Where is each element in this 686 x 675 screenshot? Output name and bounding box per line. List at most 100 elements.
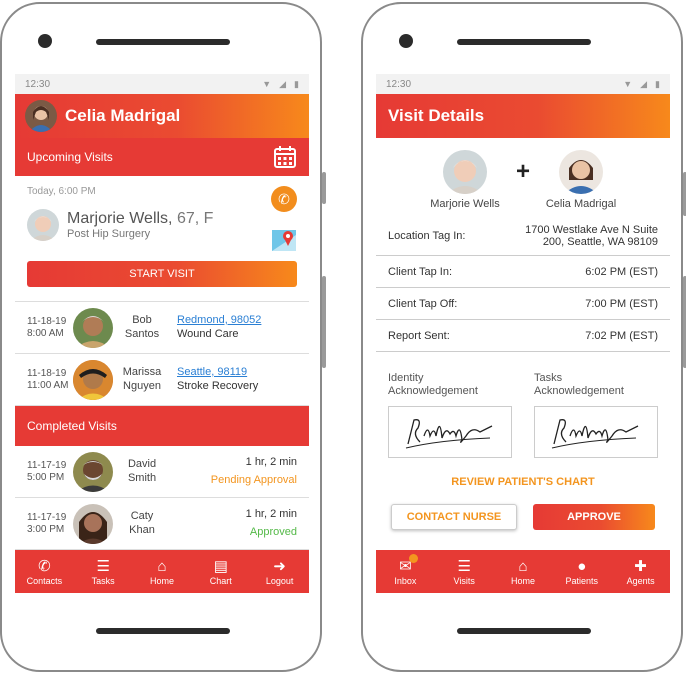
detail-label: Client Tap Off:: [388, 297, 458, 310]
calendar-icon[interactable]: [273, 145, 297, 169]
upcoming-visits-bar: Upcoming Visits: [15, 138, 309, 176]
patient-avatar: [73, 307, 113, 348]
upcoming-visit-row[interactable]: 11-18-19 8:00 AM Bob Santos Redmond, 98052…: [15, 302, 309, 354]
nav-label: Tasks: [91, 575, 115, 586]
visit-date: 11-18-19: [27, 315, 67, 327]
nav-tasks[interactable]: ☰ Tasks: [75, 558, 131, 586]
speaker-grille: [457, 39, 591, 45]
visit-time: 5:00 PM: [27, 471, 65, 483]
nav-label: Agents: [626, 575, 655, 586]
app-header: Visit Details: [376, 94, 670, 138]
patient-first-name: David: [127, 458, 157, 471]
nurse-avatar: [559, 150, 603, 194]
patient-last-name: Santos: [124, 327, 160, 340]
ack-label-line2: Acknowledgement: [534, 385, 624, 398]
tasks-ack: Tasks Acknowledgement: [534, 372, 658, 459]
app-header: Celia Madrigal: [15, 94, 309, 138]
visit-status: Pending Approval: [210, 473, 297, 486]
visit-date: 11-17-19: [27, 511, 67, 523]
detail-label: Client Tap In:: [388, 265, 453, 278]
nurse-name: Celia Madrigal: [545, 198, 617, 210]
wifi-icon: ▼: [623, 79, 633, 89]
detail-value-line2: 200, Seattle, WA 98109: [542, 235, 658, 248]
nav-home[interactable]: ⌂ Home: [495, 558, 551, 586]
nav-label: Home: [510, 575, 535, 586]
detail-value: 7:02 PM (EST): [585, 329, 658, 342]
patient-first-name: Marissa: [122, 366, 162, 379]
map-icon[interactable]: [271, 226, 297, 252]
visit-participants: Marjorie Wells + Celia Madrigal: [376, 138, 670, 216]
detail-tap-off: Client Tap Off: 7:00 PM (EST): [376, 288, 670, 320]
nav-patients[interactable]: ● Patients: [554, 558, 610, 586]
upcoming-visits-title: Upcoming Visits: [27, 150, 113, 164]
patient-last-name: Nguyen: [123, 379, 161, 392]
location-link[interactable]: Seattle, 98119: [177, 366, 297, 380]
identity-signature: [388, 406, 512, 459]
nav-label: Visits: [453, 575, 475, 586]
patient-avatar: [442, 150, 487, 194]
home-icon: ⌂: [157, 557, 167, 575]
arrow-right-icon: ➜: [273, 557, 286, 575]
nav-chart[interactable]: ▤ Chart: [193, 558, 249, 586]
patient-card: Marjorie Wells: [420, 150, 510, 210]
home-icon: ⌂: [518, 557, 528, 575]
page-title: Visit Details: [388, 106, 485, 125]
next-visit-time: Today, 6:00 PM: [27, 186, 96, 197]
patient-age: 67, F: [172, 210, 214, 228]
completed-visits-title: Completed Visits: [27, 419, 117, 433]
patient-avatar: [73, 359, 113, 400]
plus-icon: +: [515, 158, 530, 185]
wifi-icon: ▼: [262, 79, 272, 89]
completed-visit-row[interactable]: 11-17-19 3:00 PM Caty Khan 1 hr, 2 min Appr…: [15, 498, 309, 550]
home-indicator: [96, 628, 230, 634]
detail-label: Report Sent:: [388, 329, 450, 342]
location-link[interactable]: Redmond, 98052: [177, 314, 297, 328]
camera-icon: [38, 34, 52, 48]
detail-value: 6:02 PM (EST): [585, 265, 658, 278]
nav-inbox[interactable]: ✉ Inbox: [377, 553, 433, 586]
signal-icon: ◢: [279, 78, 287, 89]
list-icon: ☰: [96, 557, 110, 575]
approve-button[interactable]: APPROVE: [533, 504, 655, 531]
patient-name: Marjorie Wells: [430, 198, 500, 210]
nav-agents[interactable]: ✚ Agents: [613, 558, 669, 586]
start-visit-button[interactable]: START VISIT: [27, 261, 297, 287]
nav-visits[interactable]: ☰ Visits: [436, 558, 492, 586]
nav-contacts[interactable]: ✆ Contacts: [16, 558, 72, 586]
patient-avatar: [27, 209, 59, 241]
identity-ack: Identity Acknowledgement: [388, 372, 512, 459]
mail-icon: ✉: [399, 553, 418, 576]
visit-time: 8:00 AM: [27, 327, 64, 339]
review-chart-link[interactable]: REVIEW PATIENT'S CHART: [376, 476, 670, 488]
visit-reason: Stroke Recovery: [177, 379, 259, 392]
battery-icon: ▮: [655, 78, 660, 89]
patient-avatar: [73, 451, 113, 492]
acknowledgements: Identity Acknowledgement Tasks Acknowled…: [376, 352, 670, 459]
nav-logout[interactable]: ➜ Logout: [252, 558, 308, 586]
notification-badge: [408, 553, 418, 563]
nav-label: Patients: [565, 575, 599, 586]
call-button[interactable]: ✆: [271, 186, 297, 212]
camera-icon: [399, 34, 413, 48]
list-icon: ☰: [457, 557, 471, 575]
user-name: Celia Madrigal: [65, 106, 181, 125]
upcoming-visit-row[interactable]: 11-18-19 11:00 AM Marissa Nguyen Seattle, …: [15, 354, 309, 406]
detail-label: Location Tag In:: [388, 229, 466, 242]
nav-label: Home: [149, 575, 174, 586]
status-time: 12:30: [25, 78, 51, 90]
user-avatar[interactable]: [25, 100, 57, 132]
visit-status: Approved: [249, 525, 297, 538]
next-visit-card[interactable]: Today, 6:00 PM ✆ Marjorie Wells, 67, F P…: [15, 176, 309, 302]
patient-first-name: Caty: [130, 510, 154, 523]
home-indicator: [457, 628, 591, 634]
medkit-icon: ✚: [634, 557, 647, 575]
signal-icon: ◢: [640, 78, 648, 89]
status-bar: 12:30 ▼ ◢ ▮: [15, 74, 309, 94]
contact-nurse-button[interactable]: CONTACT NURSE: [391, 504, 517, 531]
battery-icon: ▮: [294, 78, 299, 89]
nav-home[interactable]: ⌂ Home: [134, 558, 190, 586]
completed-visit-row[interactable]: 11-17-19 5:00 PM David Smith 1 hr, 2 min Pe…: [15, 446, 309, 498]
status-bar: 12:30 ▼ ◢ ▮: [376, 74, 670, 94]
visit-duration: 1 hr, 2 min: [245, 455, 297, 468]
power-button: [322, 276, 326, 368]
